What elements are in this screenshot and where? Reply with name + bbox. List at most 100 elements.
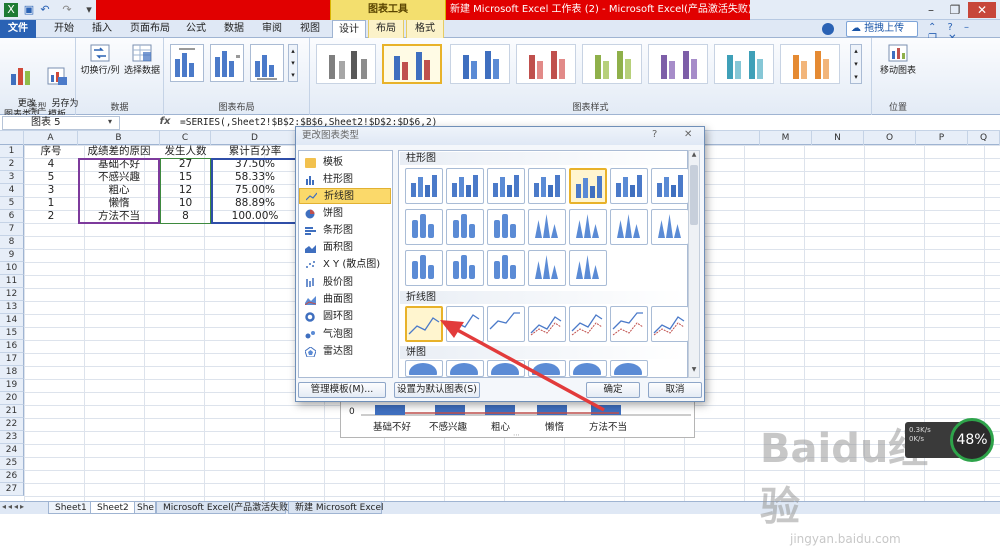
category-stock[interactable]: 股价图 xyxy=(299,275,391,291)
row-header-14[interactable]: 14 xyxy=(0,314,24,327)
column-header-c[interactable]: C xyxy=(160,131,211,145)
performance-badge[interactable]: 48% xyxy=(950,418,994,462)
row-header-1[interactable]: 1 xyxy=(0,145,24,158)
tab-design[interactable]: 设计 xyxy=(332,20,366,39)
cell-a2[interactable]: 4 xyxy=(24,158,78,171)
layout-thumbnail-3[interactable] xyxy=(250,44,284,82)
cylinder-subtype-5[interactable] xyxy=(569,209,607,245)
tab-format[interactable]: 格式 xyxy=(406,20,444,38)
name-box[interactable]: 图表 5 xyxy=(2,116,120,130)
line-subtype-7[interactable] xyxy=(651,306,689,342)
tab-insert[interactable]: 插入 xyxy=(86,20,118,38)
column-header-d[interactable]: D xyxy=(211,131,299,145)
row-header-26[interactable]: 26 xyxy=(0,470,24,483)
chart-style-1[interactable] xyxy=(316,44,376,84)
cylinder-subtype-7[interactable] xyxy=(651,209,689,245)
row-header-4[interactable]: 4 xyxy=(0,184,24,197)
cylinder-subtype-6[interactable] xyxy=(610,209,648,245)
line-subtype-6[interactable] xyxy=(610,306,648,342)
cell-a5[interactable]: 1 xyxy=(24,197,78,210)
row-header-6[interactable]: 6 xyxy=(0,210,24,223)
tab-formulas[interactable]: 公式 xyxy=(180,20,212,38)
column-header-l[interactable] xyxy=(708,131,760,145)
scroll-up-icon[interactable]: ▲ xyxy=(690,151,698,161)
cone-subtype-5[interactable] xyxy=(569,250,607,286)
column-header-p[interactable]: P xyxy=(916,131,968,145)
cylinder-subtype-2[interactable] xyxy=(446,209,484,245)
column-subtype-1[interactable] xyxy=(405,168,443,204)
column-subtype-6[interactable] xyxy=(610,168,648,204)
tab-page-layout[interactable]: 页面布局 xyxy=(124,20,176,38)
chart-style-4[interactable] xyxy=(516,44,576,84)
tab-view[interactable]: 视图 xyxy=(294,20,326,38)
layout-thumbnail-2[interactable] xyxy=(210,44,244,82)
row-header-20[interactable]: 20 xyxy=(0,392,24,405)
tab-file[interactable]: 文件 xyxy=(0,20,36,38)
cell-a6[interactable]: 2 xyxy=(24,210,78,223)
category-template[interactable]: 模板 xyxy=(299,155,391,171)
row-header-8[interactable]: 8 xyxy=(0,236,24,249)
row-header-24[interactable]: 24 xyxy=(0,444,24,457)
cell-d1[interactable]: 累计百分率 xyxy=(211,145,299,158)
row-header-3[interactable]: 3 xyxy=(0,171,24,184)
category-pie[interactable]: 饼图 xyxy=(299,206,391,222)
chart-resize-handle-icon[interactable]: ⋯ xyxy=(513,431,520,439)
category-column[interactable]: 柱形图 xyxy=(299,172,391,188)
cell-a3[interactable]: 5 xyxy=(24,171,78,184)
redo-icon[interactable]: ↷ xyxy=(60,3,74,17)
cylinder-subtype-4[interactable] xyxy=(528,209,566,245)
row-header-17[interactable]: 17 xyxy=(0,353,24,366)
row-header-18[interactable]: 18 xyxy=(0,366,24,379)
column-header-o[interactable]: O xyxy=(864,131,916,145)
column-header-b[interactable]: B xyxy=(78,131,160,145)
user-icon[interactable] xyxy=(822,23,834,35)
row-header-16[interactable]: 16 xyxy=(0,340,24,353)
chart-style-7[interactable] xyxy=(714,44,774,84)
chart-style-6[interactable] xyxy=(648,44,708,84)
close-icon[interactable]: ✕ xyxy=(968,2,996,18)
column-subtype-5[interactable] xyxy=(569,168,607,204)
name-box-dropdown-icon[interactable]: ▾ xyxy=(108,117,118,129)
gallery-scroll-thumb[interactable] xyxy=(690,165,698,225)
chart-style-3[interactable] xyxy=(450,44,510,84)
row-header-23[interactable]: 23 xyxy=(0,431,24,444)
row-header-5[interactable]: 5 xyxy=(0,197,24,210)
manage-templates-button[interactable]: 管理模板(M)... xyxy=(298,382,386,398)
chart-style-5[interactable] xyxy=(582,44,642,84)
taskbar-excel-window-1[interactable]: Microsoft Excel(产品激活失败) xyxy=(156,502,292,514)
row-header-19[interactable]: 19 xyxy=(0,379,24,392)
column-subtype-2[interactable] xyxy=(446,168,484,204)
column-header-q[interactable]: Q xyxy=(968,131,1000,145)
taskbar-excel-window-2[interactable]: 新建 Microsoft Excel xyxy=(288,502,384,514)
save-icon[interactable]: ▣ xyxy=(22,3,36,17)
row-header-9[interactable]: 9 xyxy=(0,249,24,262)
tab-home[interactable]: 开始 xyxy=(48,20,80,38)
category-area[interactable]: 面积图 xyxy=(299,240,391,256)
dialog-close-icon[interactable]: ✕ xyxy=(684,129,698,143)
row-header-2[interactable]: 2 xyxy=(0,158,24,171)
tab-review[interactable]: 审阅 xyxy=(256,20,288,38)
restore-icon[interactable]: ❐ xyxy=(944,2,966,18)
sheet-tab-1[interactable]: Sheet1 xyxy=(48,502,94,514)
cone-subtype-2[interactable] xyxy=(446,250,484,286)
column-subtype-4[interactable] xyxy=(528,168,566,204)
category-radar[interactable]: 雷达图 xyxy=(299,344,391,360)
column-subtype-7[interactable] xyxy=(651,168,689,204)
chart-style-8[interactable] xyxy=(780,44,840,84)
cell-a4[interactable]: 3 xyxy=(24,184,78,197)
cell-c1[interactable]: 发生人数 xyxy=(160,145,211,158)
chart-style-2[interactable] xyxy=(382,44,442,84)
layout-thumbnail-1[interactable] xyxy=(170,44,204,82)
category-doughnut[interactable]: 圆环图 xyxy=(299,309,391,325)
sheet-tab-3[interactable]: She xyxy=(134,502,156,514)
category-bar[interactable]: 条形图 xyxy=(299,223,391,239)
layout-scroll[interactable]: ▴ ▾ ▾ xyxy=(288,44,298,82)
pie-subtype-6[interactable] xyxy=(610,360,648,383)
undo-icon[interactable]: ↶ xyxy=(38,3,52,17)
row-header-7[interactable]: 7 xyxy=(0,223,24,236)
column-header-n[interactable]: N xyxy=(812,131,864,145)
tab-layout[interactable]: 布局 xyxy=(368,20,404,38)
customize-quick-access-icon[interactable]: ▾ xyxy=(82,3,96,17)
row-header-22[interactable]: 22 xyxy=(0,418,24,431)
category-surface[interactable]: 曲面图 xyxy=(299,292,391,308)
